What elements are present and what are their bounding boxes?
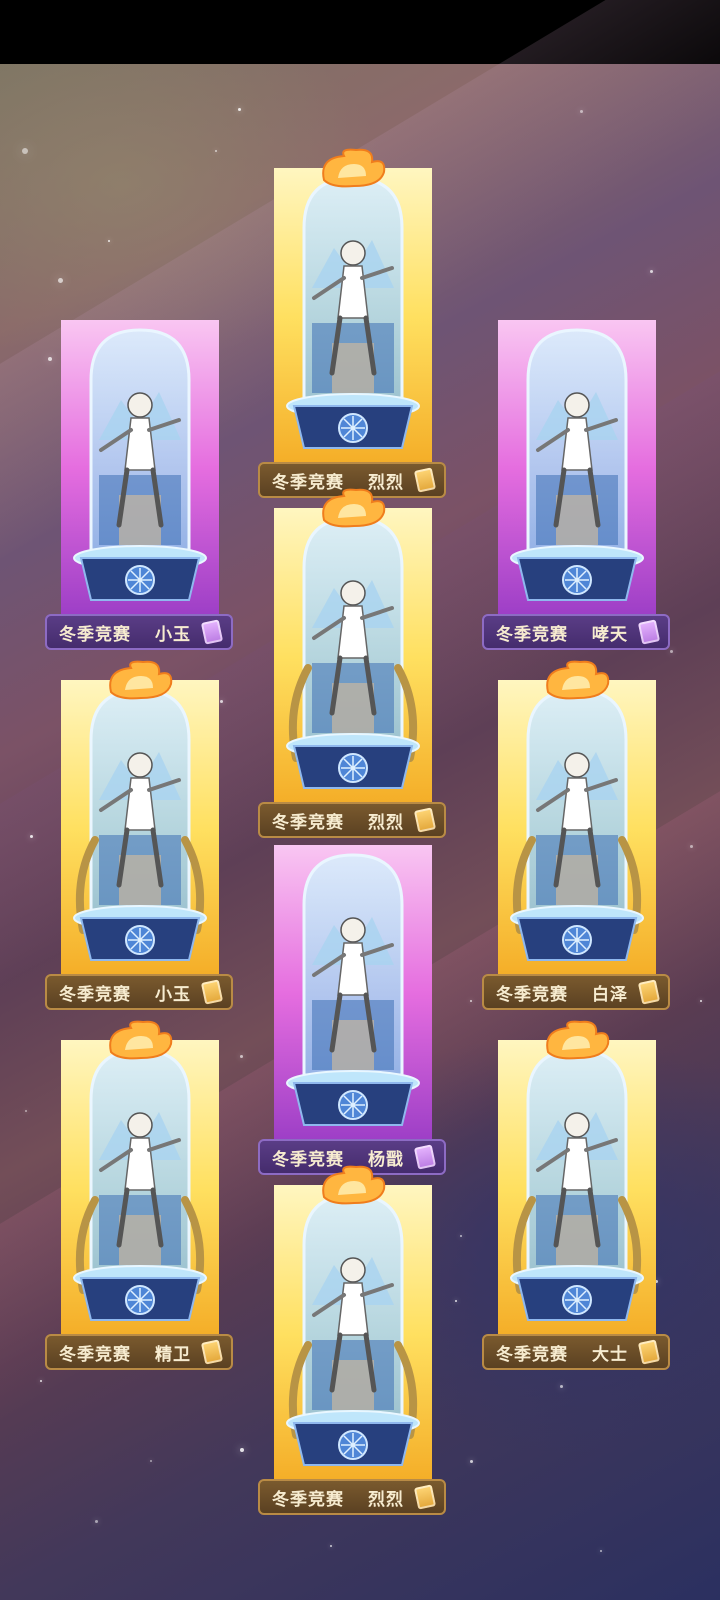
card-character-name: 小玉: [155, 984, 191, 1005]
card-figurine-illustration: [274, 1165, 432, 1483]
rarity-badge-icon: [200, 1339, 224, 1365]
card-character-name: 烈烈: [368, 1489, 404, 1510]
card-label-bar: 冬季竞赛 小玉: [45, 974, 233, 1010]
card-series-title: 冬季竞赛: [496, 1344, 568, 1365]
character-card[interactable]: 冬季竞赛 杨戬: [258, 825, 448, 1175]
card-series-title: 冬季竞赛: [496, 624, 568, 645]
card-character-name: 小玉: [155, 624, 191, 645]
card-figurine-illustration: [498, 300, 656, 618]
star: [95, 1520, 98, 1523]
card-figurine-illustration: [274, 488, 432, 806]
character-card[interactable]: 冬季竞赛 白泽: [482, 660, 672, 1010]
star: [580, 110, 583, 113]
rarity-badge-icon: [413, 1484, 437, 1510]
character-card[interactable]: 冬季竞赛 大士: [482, 1020, 672, 1370]
star: [670, 650, 673, 653]
star: [215, 150, 217, 152]
card-label-bar: 冬季竞赛 烈烈: [258, 1479, 446, 1515]
rarity-badge-icon: [200, 619, 224, 645]
star: [690, 845, 693, 848]
card-label-bar: 冬季竞赛 小玉: [45, 614, 233, 650]
card-figurine-illustration: [498, 1020, 656, 1338]
card-series-title: 冬季竞赛: [59, 984, 131, 1005]
rarity-badge-icon: [637, 979, 661, 1005]
star: [700, 1000, 702, 1002]
rarity-badge-icon: [637, 1339, 661, 1365]
star: [30, 835, 33, 838]
card-label-bar: 冬季竞赛 哮天: [482, 614, 670, 650]
card-figurine-illustration: [61, 300, 219, 618]
character-card[interactable]: 冬季竞赛 小玉: [45, 300, 235, 650]
star: [58, 278, 63, 283]
card-character-name: 精卫: [155, 1344, 191, 1365]
card-figurine-illustration: [61, 660, 219, 978]
star: [240, 1448, 244, 1452]
star: [238, 108, 241, 111]
card-character-name: 白泽: [592, 984, 628, 1005]
card-character-name: 哮天: [592, 624, 628, 645]
card-character-name: 大士: [592, 1344, 628, 1365]
card-series-title: 冬季竞赛: [59, 1344, 131, 1365]
card-figurine-illustration: [274, 148, 432, 466]
card-figurine-illustration: [498, 660, 656, 978]
star: [25, 1110, 27, 1112]
star: [455, 1300, 457, 1302]
star: [650, 270, 653, 273]
star: [600, 1550, 602, 1552]
character-card[interactable]: 冬季竞赛 烈烈: [258, 148, 448, 498]
card-figurine-illustration: [274, 825, 432, 1143]
card-figurine-illustration: [61, 1020, 219, 1338]
character-card[interactable]: 冬季竞赛 烈烈: [258, 1165, 448, 1515]
star: [108, 240, 110, 242]
card-label-bar: 冬季竞赛 白泽: [482, 974, 670, 1010]
card-series-title: 冬季竞赛: [496, 984, 568, 1005]
character-card[interactable]: 冬季竞赛 哮天: [482, 300, 672, 650]
character-card[interactable]: 冬季竞赛 烈烈: [258, 488, 448, 838]
card-label-bar: 冬季竞赛 大士: [482, 1334, 670, 1370]
star: [240, 1055, 243, 1058]
card-label-bar: 冬季竞赛 精卫: [45, 1334, 233, 1370]
rarity-badge-icon: [200, 979, 224, 1005]
star: [460, 1235, 462, 1237]
rarity-badge-icon: [637, 619, 661, 645]
star: [560, 1385, 563, 1388]
character-card[interactable]: 冬季竞赛 小玉: [45, 660, 235, 1010]
card-series-title: 冬季竞赛: [272, 1489, 344, 1510]
star: [470, 1000, 472, 1002]
star: [470, 1460, 473, 1463]
star: [330, 1545, 332, 1547]
card-series-title: 冬季竞赛: [59, 624, 131, 645]
character-card[interactable]: 冬季竞赛 精卫: [45, 1020, 235, 1370]
star: [22, 148, 28, 154]
star: [150, 1460, 152, 1462]
star: [40, 1380, 42, 1382]
